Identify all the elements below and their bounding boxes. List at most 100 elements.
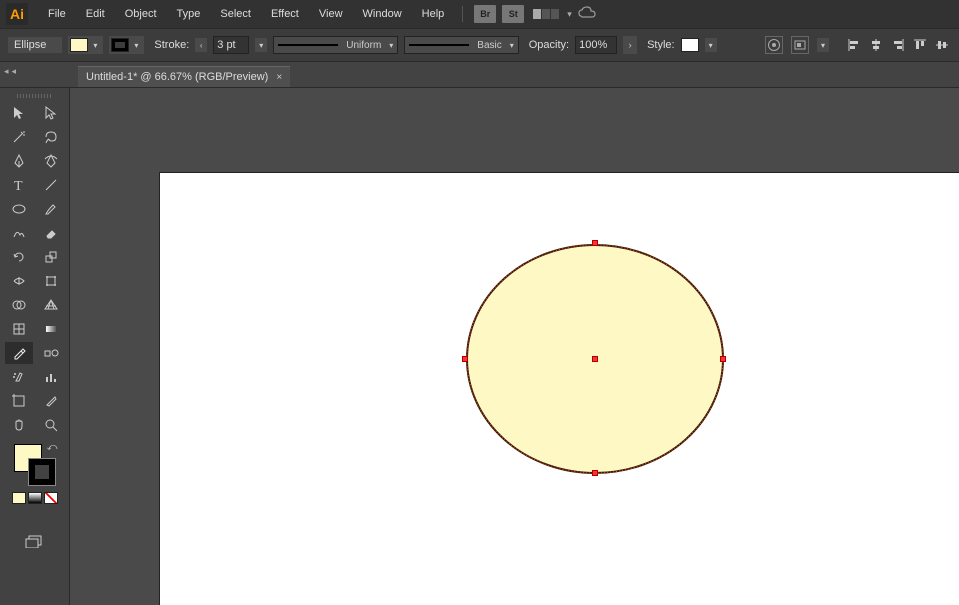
recolor-artwork-button[interactable] bbox=[765, 36, 783, 54]
canvas-area[interactable] bbox=[70, 88, 959, 605]
svg-text:T: T bbox=[14, 179, 23, 193]
document-tab-title: Untitled-1* @ 66.67% (RGB/Preview) bbox=[86, 71, 268, 83]
anchor-center[interactable] bbox=[592, 356, 598, 362]
color-mode-swatches bbox=[12, 492, 58, 504]
pen-tool[interactable] bbox=[5, 150, 33, 172]
screen-mode-button[interactable] bbox=[21, 532, 49, 550]
menu-edit[interactable]: Edit bbox=[76, 4, 115, 24]
profile-line-icon bbox=[278, 44, 338, 46]
menu-effect[interactable]: Effect bbox=[261, 4, 309, 24]
menu-object[interactable]: Object bbox=[115, 4, 167, 24]
color-mode-none[interactable] bbox=[44, 492, 58, 504]
gpu-preview-icon[interactable] bbox=[578, 6, 596, 23]
graphic-style-swatch[interactable] bbox=[681, 38, 699, 52]
swap-fill-stroke-icon[interactable]: ⤺ bbox=[47, 442, 58, 453]
anchor-right[interactable] bbox=[720, 356, 726, 362]
rotate-tool[interactable] bbox=[5, 246, 33, 268]
align-right-button[interactable] bbox=[889, 36, 907, 54]
stroke-swatch[interactable]: ▾ bbox=[109, 36, 144, 54]
stroke-weight-input[interactable] bbox=[213, 36, 249, 54]
selection-type-label: Ellipse bbox=[8, 37, 62, 53]
stroke-label: Stroke: bbox=[154, 39, 189, 51]
fill-dropdown-icon[interactable]: ▾ bbox=[89, 38, 101, 52]
symbol-sprayer-tool[interactable] bbox=[5, 366, 33, 388]
menu-select[interactable]: Select bbox=[210, 4, 261, 24]
blend-tool[interactable] bbox=[37, 342, 65, 364]
menu-bar: Ai File Edit Object Type Select Effect V… bbox=[0, 0, 959, 28]
paintbrush-tool[interactable] bbox=[37, 198, 65, 220]
width-profile-dropdown[interactable]: Uniform ▾ bbox=[273, 36, 398, 54]
stroke-well[interactable] bbox=[28, 458, 56, 486]
lasso-tool[interactable] bbox=[37, 126, 65, 148]
line-segment-tool[interactable] bbox=[37, 174, 65, 196]
opacity-label: Opacity: bbox=[529, 39, 569, 51]
align-panel-button[interactable] bbox=[791, 36, 809, 54]
align-left-button[interactable] bbox=[845, 36, 863, 54]
artboard-tool[interactable] bbox=[5, 390, 33, 412]
menu-help[interactable]: Help bbox=[412, 4, 455, 24]
align-panel-dropdown[interactable]: ▾ bbox=[817, 38, 829, 52]
workspace: T ⤺ bbox=[0, 88, 959, 605]
width-tool[interactable] bbox=[5, 270, 33, 292]
opacity-input[interactable] bbox=[575, 36, 617, 54]
stroke-color-icon bbox=[111, 38, 129, 52]
ellipse-tool[interactable] bbox=[5, 198, 33, 220]
fill-stroke-well[interactable]: ⤺ bbox=[14, 444, 56, 486]
opacity-more-button[interactable]: › bbox=[623, 36, 637, 54]
arrange-dropdown-icon[interactable]: ▾ bbox=[567, 9, 572, 20]
shape-builder-tool[interactable] bbox=[5, 294, 33, 316]
stroke-dropdown-icon[interactable]: ▾ bbox=[130, 38, 142, 52]
selection-tool[interactable] bbox=[5, 102, 33, 124]
scale-tool[interactable] bbox=[37, 246, 65, 268]
brush-line-icon bbox=[409, 44, 469, 46]
bridge-button[interactable]: Br bbox=[474, 5, 496, 23]
curvature-tool[interactable] bbox=[37, 150, 65, 172]
align-hcenter-button[interactable] bbox=[867, 36, 885, 54]
anchor-bottom[interactable] bbox=[592, 470, 598, 476]
mesh-tool[interactable] bbox=[5, 318, 33, 340]
align-buttons-group bbox=[845, 36, 951, 54]
app-logo-ai: Ai bbox=[6, 3, 28, 25]
fill-swatch[interactable]: ▾ bbox=[68, 36, 103, 54]
tools-panel: T ⤺ bbox=[0, 88, 70, 605]
profile-label: Uniform bbox=[342, 40, 385, 51]
type-tool[interactable]: T bbox=[5, 174, 33, 196]
stroke-decrement[interactable]: ‹ bbox=[195, 38, 207, 52]
hand-tool[interactable] bbox=[5, 414, 33, 436]
magic-wand-tool[interactable] bbox=[5, 126, 33, 148]
style-label: Style: bbox=[647, 39, 675, 51]
align-top-button[interactable] bbox=[911, 36, 929, 54]
menu-type[interactable]: Type bbox=[167, 4, 211, 24]
stroke-weight-dropdown[interactable]: ▾ bbox=[255, 38, 267, 52]
panel-collapse-icon[interactable]: ◂◂ bbox=[4, 66, 19, 77]
column-graph-tool[interactable] bbox=[37, 366, 65, 388]
color-mode-gradient[interactable] bbox=[28, 492, 42, 504]
stock-button[interactable]: St bbox=[502, 5, 524, 23]
menu-view[interactable]: View bbox=[309, 4, 353, 24]
document-tab-bar: ◂◂ Untitled-1* @ 66.67% (RGB/Preview) × bbox=[0, 62, 959, 88]
style-dropdown[interactable]: ▾ bbox=[705, 38, 717, 52]
zoom-tool[interactable] bbox=[37, 414, 65, 436]
brush-definition-dropdown[interactable]: Basic ▾ bbox=[404, 36, 518, 54]
tab-close-button[interactable]: × bbox=[276, 72, 282, 83]
anchor-left[interactable] bbox=[462, 356, 468, 362]
color-mode-color[interactable] bbox=[12, 492, 26, 504]
anchor-top[interactable] bbox=[592, 240, 598, 246]
gradient-tool[interactable] bbox=[37, 318, 65, 340]
eraser-tool[interactable] bbox=[37, 222, 65, 244]
profile-caret-icon: ▾ bbox=[385, 38, 397, 52]
eyedropper-tool[interactable] bbox=[5, 342, 33, 364]
menu-file[interactable]: File bbox=[38, 4, 76, 24]
slice-tool[interactable] bbox=[37, 390, 65, 412]
shaper-tool[interactable] bbox=[5, 222, 33, 244]
arrange-docs-button[interactable] bbox=[533, 9, 559, 19]
free-transform-tool[interactable] bbox=[37, 270, 65, 292]
align-vcenter-button[interactable] bbox=[933, 36, 951, 54]
direct-selection-tool[interactable] bbox=[37, 102, 65, 124]
perspective-grid-tool[interactable] bbox=[37, 294, 65, 316]
document-tab[interactable]: Untitled-1* @ 66.67% (RGB/Preview) × bbox=[78, 66, 290, 87]
tools-grip-icon[interactable] bbox=[17, 94, 53, 98]
menu-window[interactable]: Window bbox=[353, 4, 412, 24]
brush-caret-icon: ▾ bbox=[506, 38, 518, 52]
ellipse-shape[interactable] bbox=[465, 243, 725, 473]
